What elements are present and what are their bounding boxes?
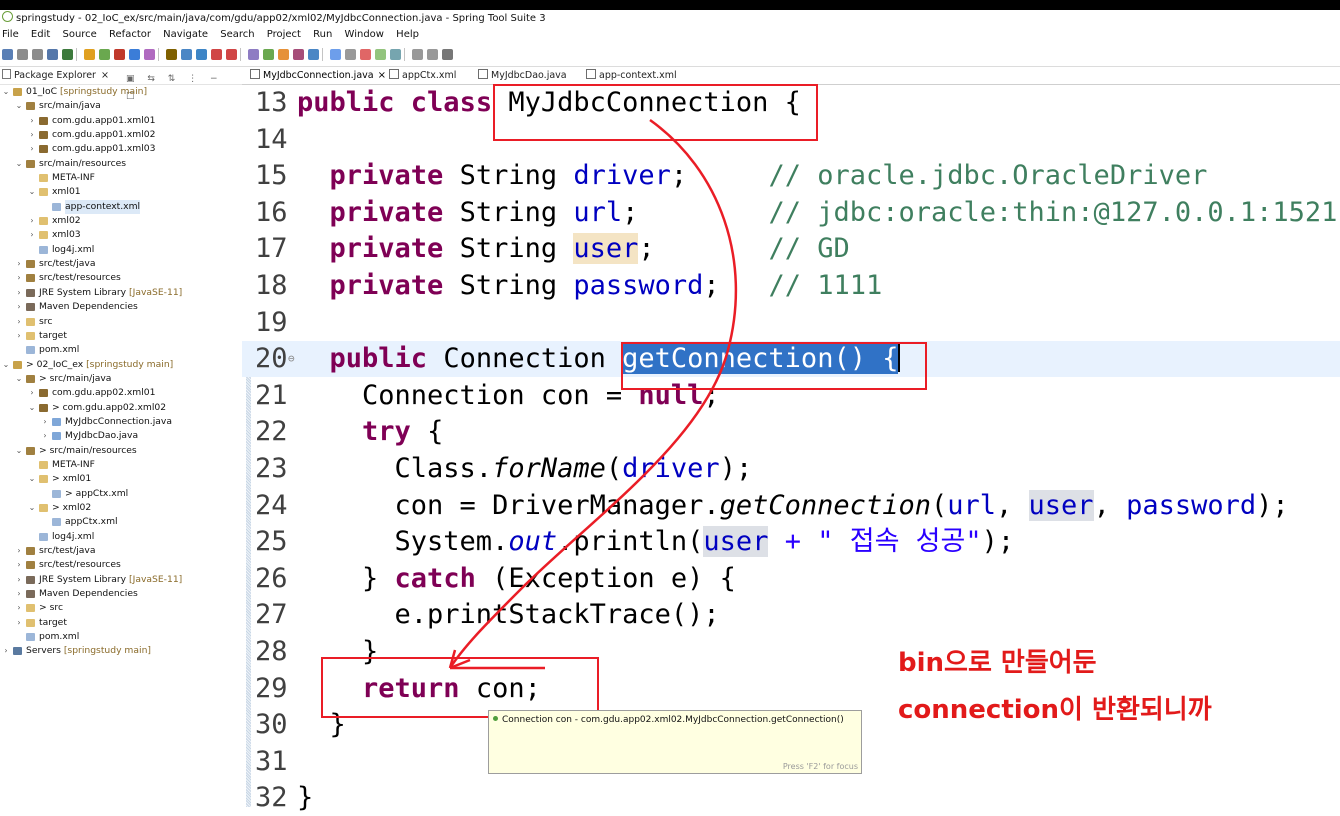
annotation-arrow: [448, 118, 738, 670]
hover-tooltip: Connection con - com.gdu.app02.xml02.MyJ…: [488, 710, 862, 774]
annotation-line-1: bin으로 만들어둔: [898, 648, 1097, 678]
tooltip-footer: Press 'F2' for focus: [782, 762, 858, 771]
local-variable-icon: [493, 716, 498, 721]
tooltip-text: Connection con - com.gdu.app02.xml02.MyJ…: [502, 715, 844, 725]
annotation-line-2: connection이 반환되니까: [898, 695, 1212, 725]
arrow-curve: [448, 118, 738, 669]
